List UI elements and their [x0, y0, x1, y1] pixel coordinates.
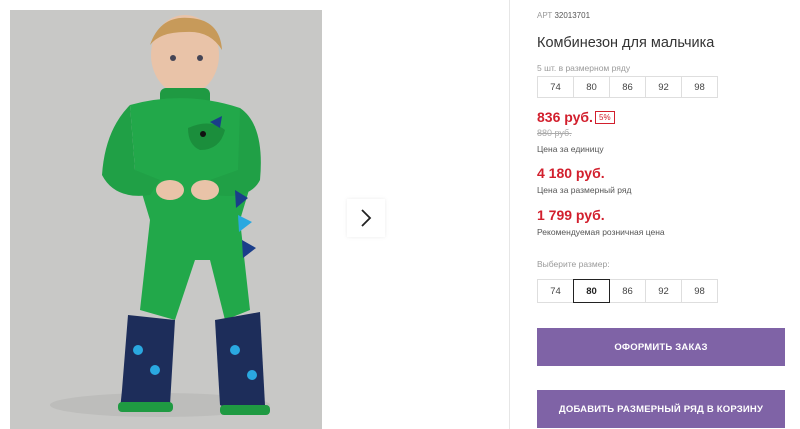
article-value: 32013701 [554, 11, 591, 20]
unit-price-caption: Цена за единицу [537, 144, 604, 154]
article-label: АРТ [537, 11, 553, 20]
pack-sizes: 74 80 86 92 98 [537, 76, 718, 98]
size-option-80[interactable]: 80 [573, 279, 610, 303]
size-selector: 74 80 86 92 98 [537, 279, 718, 303]
column-divider [509, 0, 510, 429]
next-image-button[interactable] [347, 199, 385, 237]
pack-size: 80 [573, 76, 610, 98]
size-option-92[interactable]: 92 [645, 279, 682, 303]
size-option-98[interactable]: 98 [681, 279, 718, 303]
product-title: Комбинезон для мальчика [537, 35, 715, 51]
retail-price-caption: Рекомендуемая розничная цена [537, 227, 665, 237]
row-price: 4 180 руб. [537, 165, 605, 181]
discount-badge: 5% [595, 111, 615, 124]
pack-size: 74 [537, 76, 574, 98]
retail-price: 1 799 руб. [537, 207, 605, 223]
pack-size: 92 [645, 76, 682, 98]
row-price-caption: Цена за размерный ряд [537, 185, 632, 195]
article-number: АРТ 32013701 [537, 11, 590, 20]
select-size-label: Выберите размер: [537, 259, 610, 269]
pack-label: 5 шт. в размерном ряду [537, 63, 631, 73]
order-button[interactable]: ОФОРМИТЬ ЗАКАЗ [537, 328, 785, 366]
product-photo [10, 10, 322, 429]
unit-price: 836 руб. [537, 109, 593, 125]
chevron-right-icon [361, 209, 372, 227]
pack-size: 86 [609, 76, 646, 98]
size-option-74[interactable]: 74 [537, 279, 574, 303]
boy-in-green-jumpsuit-image [10, 10, 322, 429]
pack-size: 98 [681, 76, 718, 98]
old-price: 880 руб. [537, 128, 572, 138]
add-row-to-cart-button[interactable]: ДОБАВИТЬ РАЗМЕРНЫЙ РЯД В КОРЗИНУ [537, 390, 785, 428]
size-option-86[interactable]: 86 [609, 279, 646, 303]
